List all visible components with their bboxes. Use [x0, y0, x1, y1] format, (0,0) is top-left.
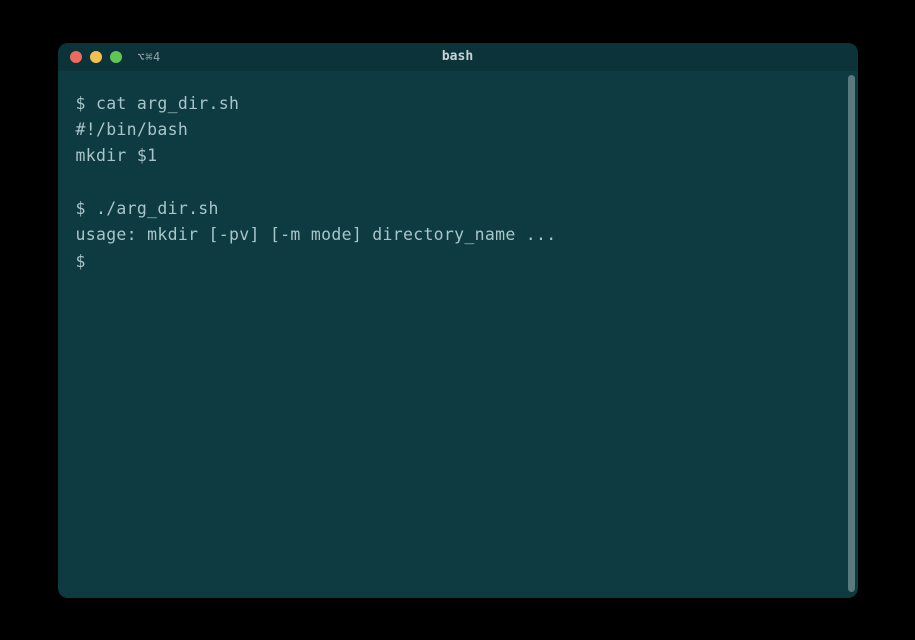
terminal-line: usage: mkdir [-pv] [-m mode] directory_n…	[76, 225, 557, 244]
terminal-body[interactable]: $ cat arg_dir.sh #!/bin/bash mkdir $1 $ …	[58, 71, 858, 598]
title-bar: ⌥⌘4 bash	[58, 43, 858, 71]
traffic-lights	[70, 51, 122, 63]
close-button[interactable]	[70, 51, 82, 63]
terminal-line: $ cat arg_dir.sh	[76, 94, 240, 113]
terminal-line: $ ./arg_dir.sh	[76, 199, 219, 218]
terminal-line: $	[76, 252, 86, 271]
tab-indicator: ⌥⌘4	[138, 50, 161, 64]
scrollbar[interactable]	[848, 75, 855, 592]
minimize-button[interactable]	[90, 51, 102, 63]
terminal-line: mkdir $1	[76, 146, 158, 165]
maximize-button[interactable]	[110, 51, 122, 63]
terminal-line: #!/bin/bash	[76, 120, 189, 139]
terminal-content[interactable]: $ cat arg_dir.sh #!/bin/bash mkdir $1 $ …	[76, 91, 840, 276]
window-title: bash	[442, 49, 473, 64]
terminal-window: ⌥⌘4 bash $ cat arg_dir.sh #!/bin/bash mk…	[58, 43, 858, 598]
